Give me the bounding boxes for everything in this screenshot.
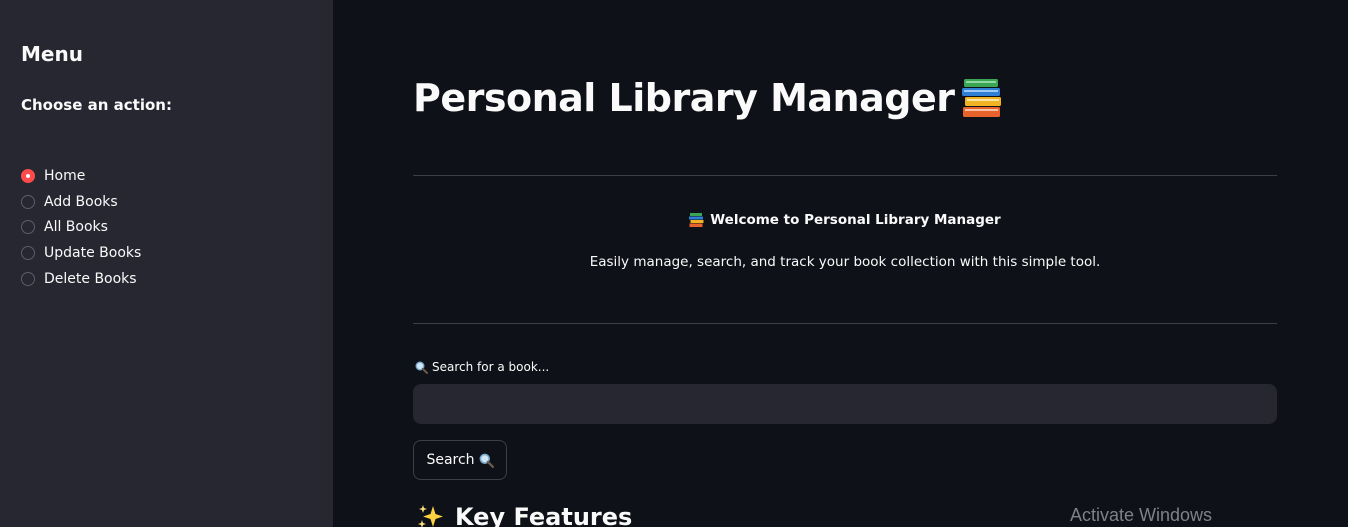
radio-option-delete-books[interactable]: Delete Books — [21, 266, 141, 292]
radio-unselected-icon[interactable] — [21, 272, 35, 287]
radio-option-all-books[interactable]: All Books — [21, 215, 141, 241]
search-label-text: Search for a book... — [432, 360, 550, 374]
activate-windows-watermark: Activate Windows — [1070, 505, 1213, 525]
radio-option-label: Update Books — [44, 245, 142, 262]
subtitle: Easily manage, search, and track your bo… — [589, 254, 1101, 270]
radio-unselected-icon[interactable] — [21, 194, 35, 209]
search-label: Search for a book... — [415, 360, 549, 374]
radio-option-label: Home — [44, 167, 86, 184]
sparkles-icon — [417, 504, 445, 527]
welcome-heading: Welcome to Personal Library Manager — [413, 212, 1277, 228]
radio-option-label: Add Books — [44, 193, 118, 210]
welcome-text: Welcome to Personal Library Manager — [710, 212, 1001, 228]
radio-option-label: Delete Books — [44, 271, 137, 288]
divider — [413, 323, 1277, 324]
features-heading-text: Key Features — [455, 503, 633, 527]
radio-option-home[interactable]: Home — [21, 163, 141, 189]
radio-option-add-books[interactable]: Add Books — [21, 189, 141, 215]
radio-group-label: Choose an action: — [21, 96, 172, 114]
radio-unselected-icon[interactable] — [21, 246, 35, 261]
sidebar: Menu Choose an action: Home Add Books Al… — [0, 0, 333, 527]
radio-option-label: All Books — [44, 219, 108, 236]
main-content: Personal Library Manager Welcome to Pers… — [333, 0, 1348, 527]
magnifier-icon — [415, 361, 428, 374]
magnifier-icon — [479, 453, 494, 468]
books-icon — [689, 213, 704, 227]
divider — [413, 175, 1277, 176]
action-radio-group: Home Add Books All Books Update Books De… — [21, 163, 141, 292]
features-heading: Key Features — [417, 503, 632, 527]
radio-selected-icon[interactable] — [21, 168, 35, 183]
search-input[interactable] — [413, 384, 1277, 424]
search-button-label: Search — [426, 452, 475, 468]
radio-unselected-icon[interactable] — [21, 220, 35, 235]
books-icon — [960, 77, 1004, 119]
search-button[interactable]: Search — [413, 440, 507, 480]
page-title-text: Personal Library Manager — [413, 76, 955, 120]
page-title: Personal Library Manager — [413, 76, 1004, 120]
radio-option-update-books[interactable]: Update Books — [21, 240, 141, 266]
sidebar-heading: Menu — [21, 42, 83, 66]
app-window: Menu Choose an action: Home Add Books Al… — [0, 0, 1348, 527]
